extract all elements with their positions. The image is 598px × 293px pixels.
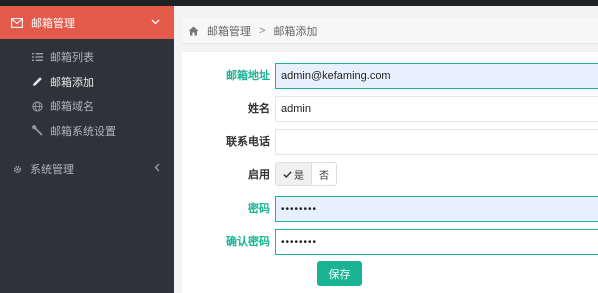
- form-row-phone: 联系电话: [182, 129, 598, 155]
- confirm-password-label: 确认密码: [226, 236, 270, 248]
- password-field[interactable]: [275, 196, 598, 222]
- globe-icon: [31, 100, 43, 112]
- wrench-icon: [31, 125, 43, 137]
- form-row-name: 姓名: [182, 96, 598, 122]
- name-field[interactable]: [275, 96, 598, 122]
- chevron-down-icon: [151, 16, 160, 28]
- password-label: 密码: [248, 203, 270, 215]
- save-button[interactable]: 保存: [317, 261, 362, 286]
- email-field[interactable]: [275, 63, 598, 89]
- sidebar-item-mail-list[interactable]: 邮箱列表: [0, 45, 174, 70]
- pencil-icon: [31, 76, 43, 88]
- mail-add-form: 邮箱地址 姓名 联系电话 启用 是 否 密码: [182, 52, 598, 293]
- check-icon: [283, 170, 292, 178]
- sidebar-submenu: 邮箱列表 邮箱添加 邮箱域名 邮箱系统设置: [0, 39, 174, 143]
- form-row-enabled: 启用 是 否: [182, 162, 598, 188]
- sidebar-item-mail-domain[interactable]: 邮箱域名: [0, 94, 174, 119]
- form-row-password: 密码: [182, 196, 598, 222]
- name-label: 姓名: [248, 103, 270, 115]
- sidebar: 邮箱管理 邮箱列表 邮箱添加 邮箱域名 邮箱系统设置 系统管理: [0, 6, 174, 293]
- form-row-confirm: 确认密码: [182, 229, 598, 255]
- enabled-no-label: 否: [319, 170, 329, 182]
- sidebar-item-label: 系统管理: [30, 164, 74, 176]
- enabled-no-option[interactable]: 否: [312, 163, 336, 185]
- phone-label: 联系电话: [226, 136, 270, 148]
- chevron-left-icon: [154, 163, 160, 175]
- enabled-yes-option[interactable]: 是: [276, 163, 312, 185]
- sidebar-item-system-management[interactable]: 系统管理: [0, 154, 174, 184]
- enabled-label: 启用: [248, 169, 270, 181]
- sidebar-item-label: 邮箱域名: [50, 101, 94, 114]
- sidebar-item-mail-add[interactable]: 邮箱添加: [0, 70, 174, 95]
- form-row-email: 邮箱地址: [182, 63, 598, 89]
- list-icon: [31, 51, 43, 63]
- enabled-toggle[interactable]: 是 否: [275, 162, 337, 186]
- sidebar-item-label: 邮箱系统设置: [50, 125, 116, 138]
- sidebar-item-label: 邮箱添加: [50, 76, 94, 89]
- breadcrumb-separator: >: [259, 24, 266, 37]
- enabled-yes-label: 是: [294, 170, 304, 182]
- sidebar-item-label: 邮箱列表: [50, 52, 94, 65]
- sidebar-item-mail-settings[interactable]: 邮箱系统设置: [0, 119, 174, 144]
- breadcrumb-root[interactable]: 邮箱管理: [207, 23, 251, 39]
- breadcrumb-current: 邮箱添加: [273, 25, 318, 38]
- breadcrumb: 邮箱管理 > 邮箱添加: [182, 18, 598, 44]
- envelope-icon: [11, 17, 23, 28]
- email-label: 邮箱地址: [226, 70, 270, 82]
- sidebar-item-mail-management[interactable]: 邮箱管理: [0, 6, 174, 39]
- home-icon[interactable]: [188, 26, 199, 36]
- phone-field[interactable]: [275, 129, 598, 155]
- main-content: 邮箱管理 > 邮箱添加 邮箱地址 姓名 联系电话 启用 是 否: [174, 6, 598, 293]
- sidebar-header-label: 邮箱管理: [31, 17, 75, 30]
- confirm-password-field[interactable]: [275, 229, 598, 255]
- gear-icon: [11, 163, 23, 175]
